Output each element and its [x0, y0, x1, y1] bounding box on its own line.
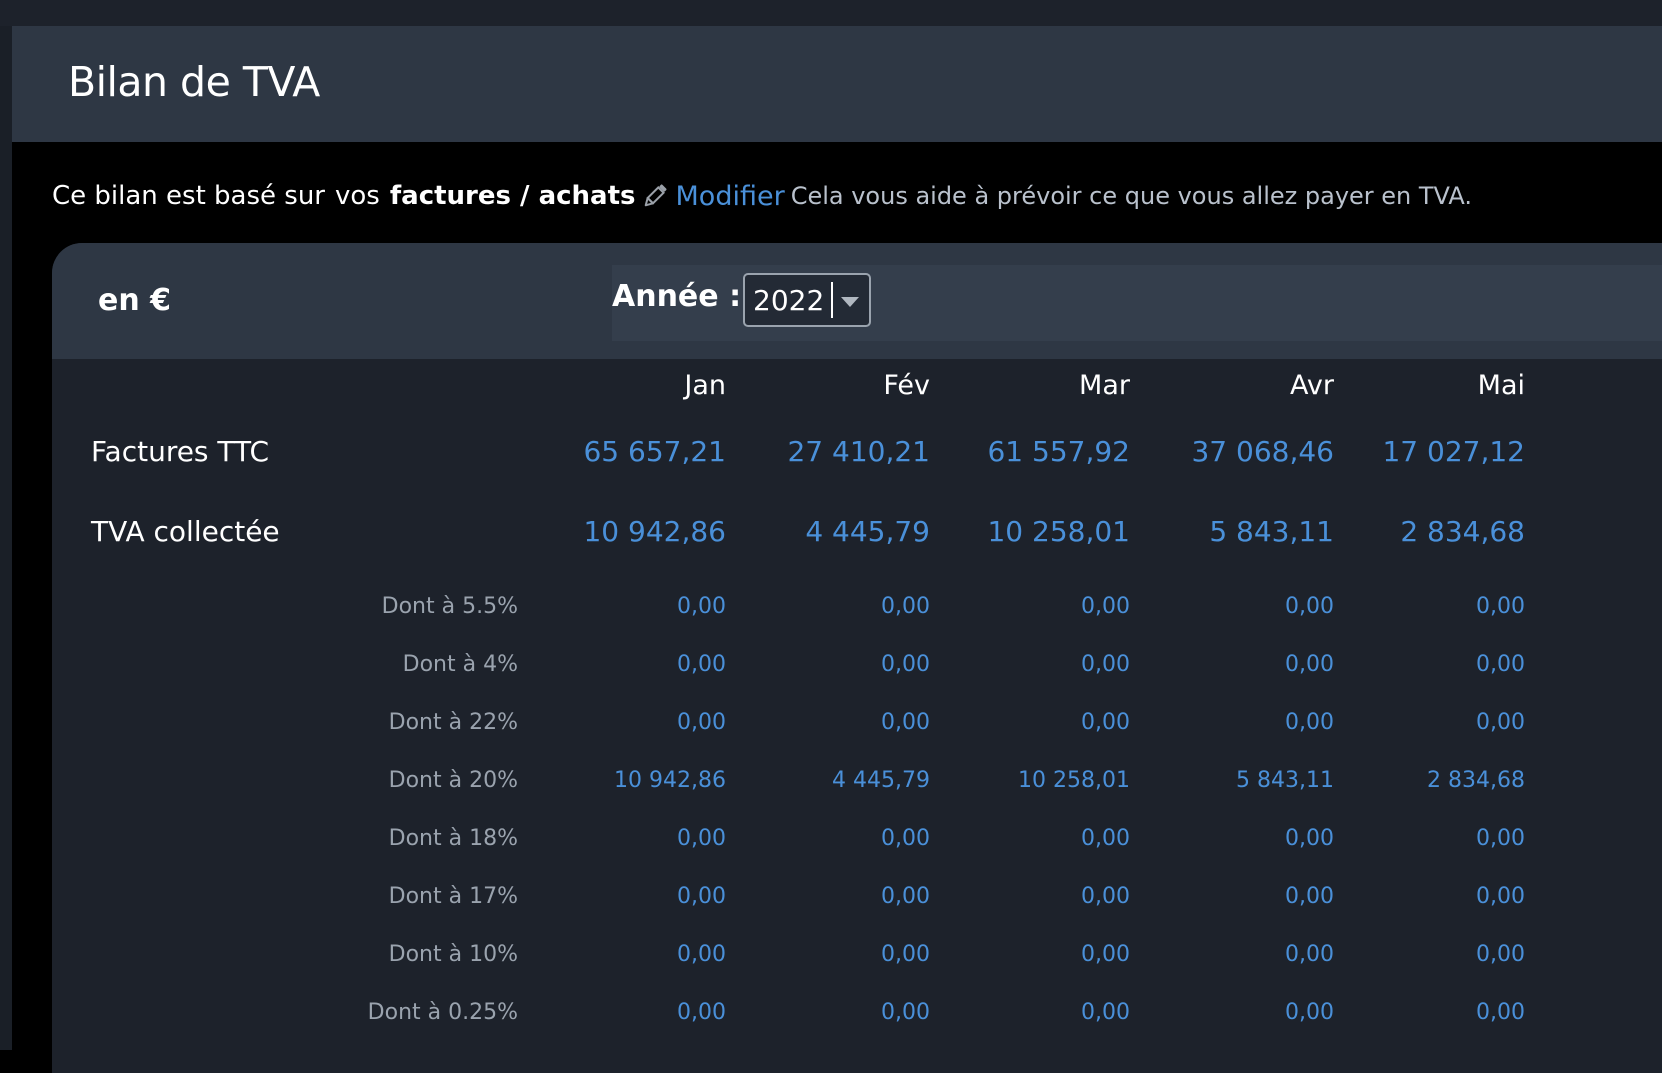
intro-hint: Cela vous aide à prévoir ce que vous all…	[790, 182, 1473, 210]
table-cell: 17 027,12	[1382, 435, 1525, 468]
subrow-label: Dont à 10%	[388, 942, 518, 967]
table-header: en € Année : 2022	[52, 243, 1662, 359]
table-cell: 0,00	[1476, 1000, 1525, 1025]
subrow-label: Dont à 22%	[388, 710, 518, 735]
table-cell: 0,00	[1476, 826, 1525, 851]
table-cell: 2 834,68	[1427, 768, 1525, 793]
row-label: TVA collectée	[91, 515, 280, 548]
row-label: Factures TTC	[91, 435, 270, 468]
select-separator	[831, 282, 833, 318]
table-cell: 2 834,68	[1400, 515, 1525, 548]
subrow-label: Dont à 0.25%	[367, 1000, 518, 1025]
intro-line: Ce bilan est basé sur vos factures / ach…	[52, 176, 1472, 216]
modify-link[interactable]: Modifier	[676, 181, 785, 212]
year-select[interactable]: 2022	[743, 273, 871, 327]
year-value: 2022	[753, 284, 825, 317]
top-bar	[0, 0, 1662, 26]
left-sidebar-edge	[0, 26, 12, 1050]
subrow-label: Dont à 4%	[402, 652, 518, 677]
table-cell: 0,00	[1476, 884, 1525, 909]
subrow-label: Dont à 18%	[388, 826, 518, 851]
year-label: Année :	[612, 279, 742, 314]
intro-prefix: Ce bilan est basé sur	[52, 181, 325, 211]
table-cell: 0,00	[1476, 942, 1525, 967]
subrow-label: Dont à 20%	[388, 768, 518, 793]
page-header: Bilan de TVA	[12, 26, 1662, 142]
table-cell: 0,00	[1476, 652, 1525, 677]
intro-source: factures / achats	[389, 181, 636, 211]
table-cell: 0,00	[1476, 710, 1525, 735]
pencil-icon[interactable]	[640, 181, 670, 211]
chevron-down-icon[interactable]	[841, 297, 859, 307]
table-cell: 0,00	[1476, 594, 1525, 619]
vat-summary-table: en € Année : 2022 Jan Fév Mar Avr Mai Facture…	[52, 243, 1662, 1073]
subrow-label: Dont à 17%	[388, 884, 518, 909]
currency-label: en €	[98, 283, 172, 318]
subrow-label: Dont à 5.5%	[381, 594, 518, 619]
month-header: Mai	[1477, 370, 1525, 401]
intro-vos: vos	[335, 181, 380, 211]
page-title: Bilan de TVA	[68, 58, 320, 106]
